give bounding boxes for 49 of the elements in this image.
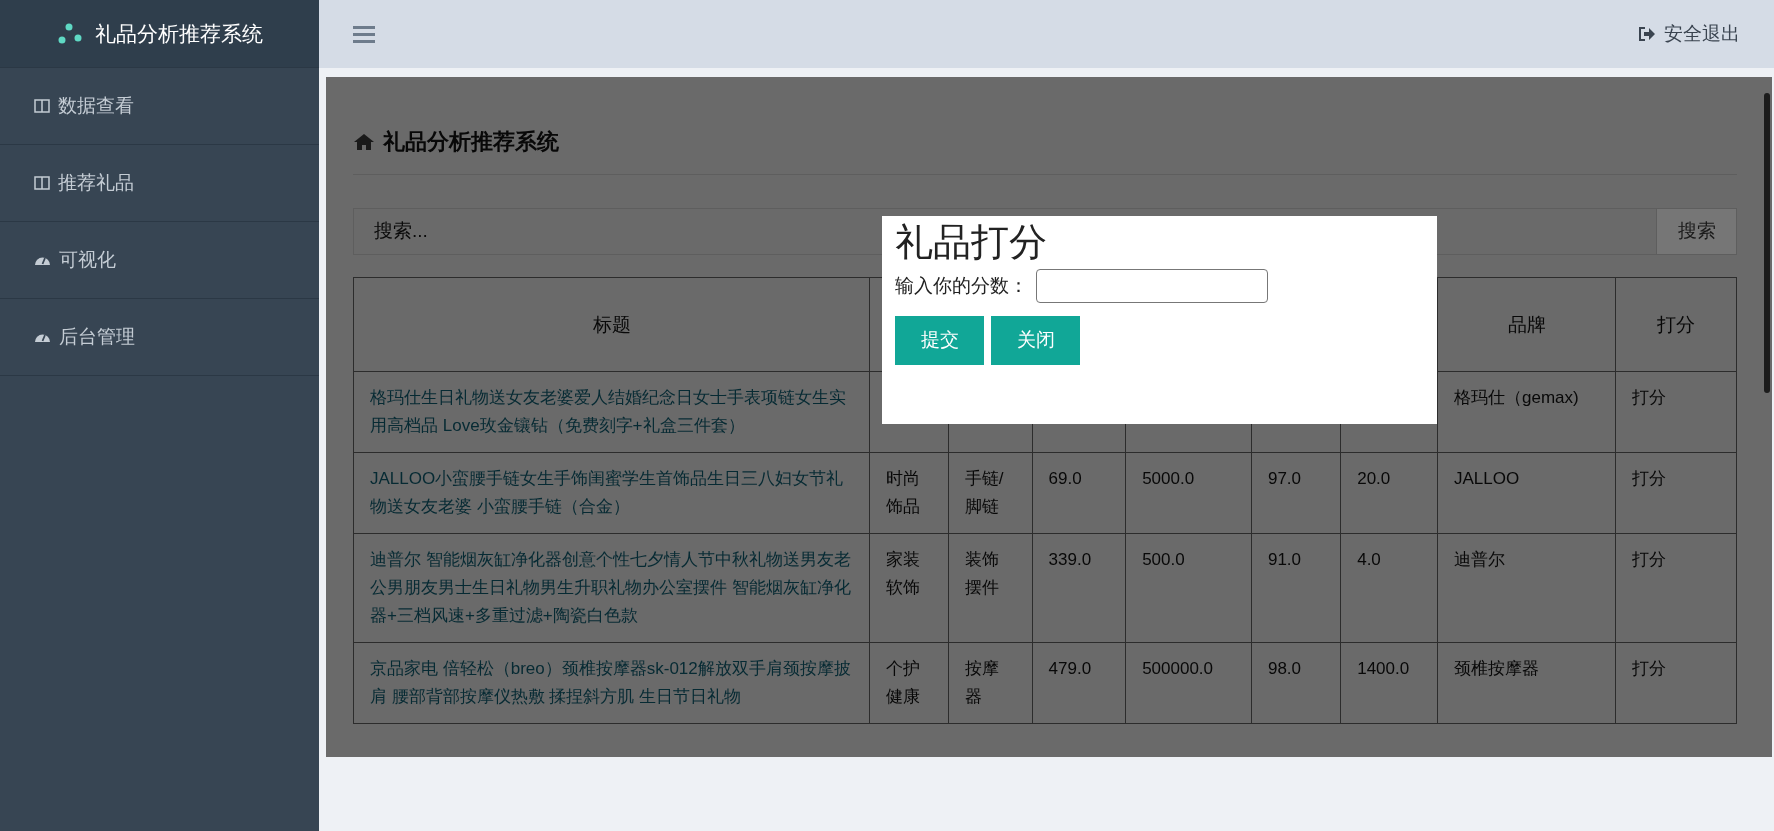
table-cell: JALLOO [1453,469,1520,488]
dialog-button[interactable]: 提交 [895,316,984,365]
sidebar-item[interactable]: 推荐礼品 [0,145,319,222]
logo-dots-icon [56,21,83,46]
table-cell: 手链/脚链 [964,469,1004,516]
table-cell: 个护健康 [886,659,921,706]
table-cell: 479.0 [1048,659,1092,678]
table-cell: 69.0 [1048,469,1082,488]
app-title: 礼品分析推荐系统 [94,20,263,47]
home-icon [353,132,375,151]
table-cell: 91.0 [1267,550,1302,569]
sidebar-item[interactable]: 后台管理 [0,299,319,376]
table-cell: 装饰摆件 [964,550,999,597]
rate-link[interactable]: 打分 [1632,388,1667,407]
table-cell: 5000.0 [1142,469,1195,488]
table-cell: 20.0 [1357,469,1391,488]
column-header: 标题 [592,313,631,335]
table-cell: 家装软饰 [886,550,921,597]
table-cell: 1400.0 [1357,659,1410,678]
table-cell: 按摩器 [964,659,999,706]
panel-title: 礼品分析推荐系统 [383,128,559,156]
table-cell: 98.0 [1267,659,1302,678]
dialog-button[interactable]: 关闭 [991,316,1080,365]
table-cell: 500000.0 [1142,659,1214,678]
table-cell: 500.0 [1142,550,1185,569]
dialog-title: 礼品打分 [895,220,1048,265]
search-button[interactable]: 搜索 [1657,208,1737,255]
logout-button[interactable]: 安全退出 [1638,19,1740,49]
columns-icon [34,99,50,113]
table-cell: 时尚饰品 [886,469,921,516]
sidebar-item[interactable]: 数据查看 [0,68,319,145]
rate-link[interactable]: 打分 [1632,469,1667,488]
sidebar-item[interactable]: 可视化 [0,222,319,299]
table-cell: 4.0 [1357,550,1381,569]
score-label: 输入你的分数： [895,273,1028,298]
column-header: 打分 [1657,313,1696,335]
scrollbar[interactable] [1764,93,1770,393]
menu-icon[interactable] [353,25,375,43]
column-header: 品牌 [1507,313,1546,335]
score-input[interactable] [1036,269,1268,303]
sign-out-icon [1638,26,1656,42]
columns-icon [34,176,50,190]
table-cell: 颈椎按摩器 [1453,659,1539,678]
table-cell: 339.0 [1048,550,1092,569]
table-cell: 格玛仕（gemax) [1453,388,1579,407]
table-cell: 迪普尔 [1453,550,1505,569]
table-cell: 97.0 [1267,469,1302,488]
rate-link[interactable]: 打分 [1632,659,1667,678]
rate-link[interactable]: 打分 [1632,550,1667,569]
